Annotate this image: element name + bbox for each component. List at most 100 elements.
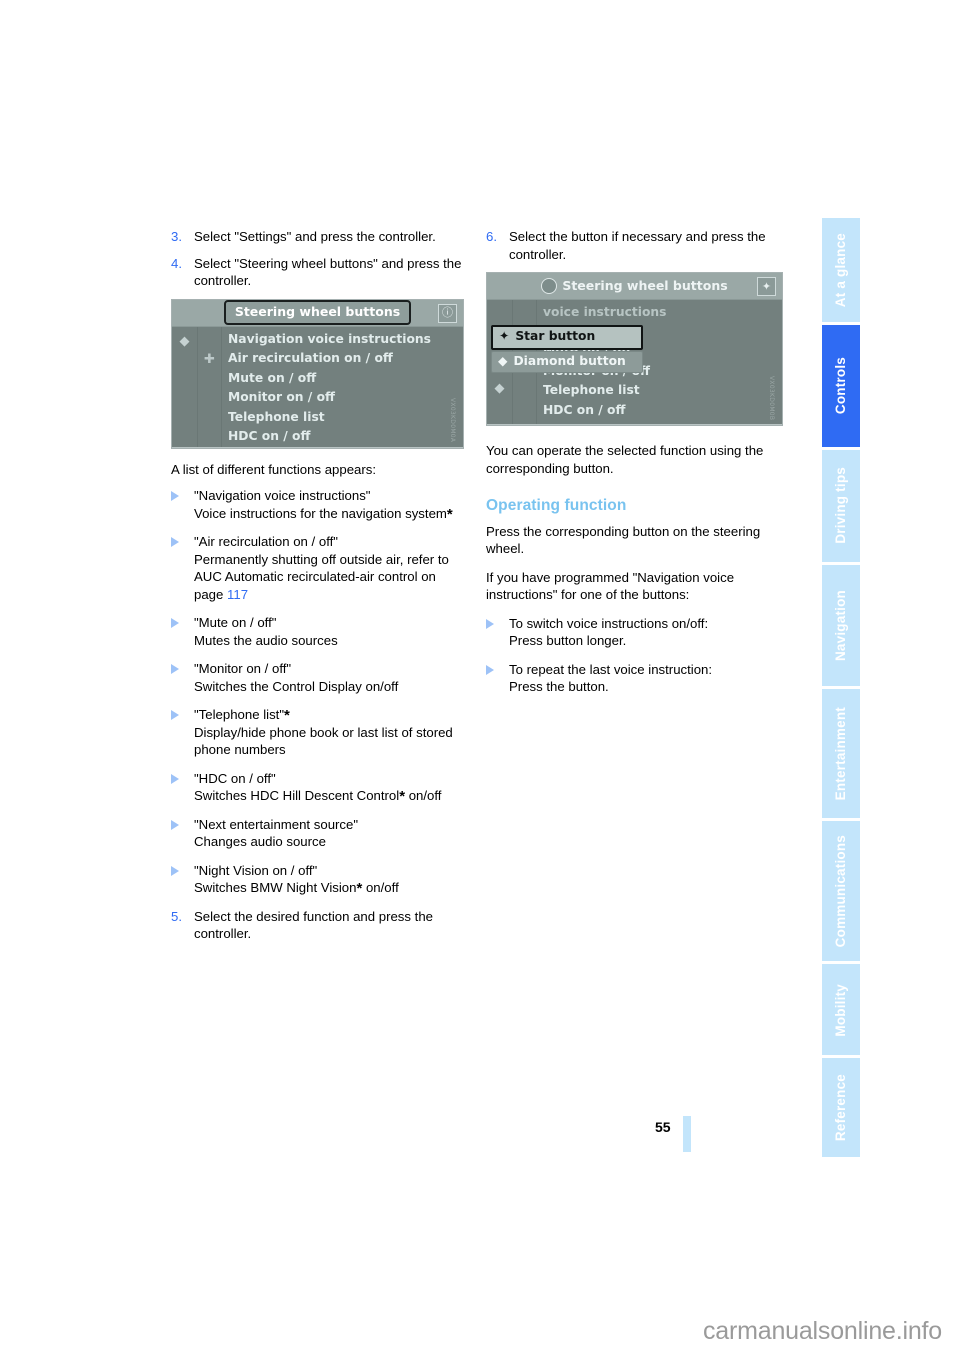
sidebar-tab-driving-tips[interactable]: Driving tips [822, 449, 860, 562]
figure-code: VX03KD0M0A [449, 398, 456, 443]
idrive-menu-item: Air recirculation on / off [228, 351, 393, 366]
function-bullet: "HDC on / off" Switches HDC Hill Descent… [171, 770, 463, 805]
triangle-bullet-icon [171, 862, 194, 897]
idrive-menu-item: Telephone list [543, 383, 640, 398]
idrive-title: Steering wheel buttons [223, 300, 412, 325]
function-title: "Mute on / off" [194, 615, 277, 630]
function-bullet: "Navigation voice instructions" Voice in… [171, 487, 463, 522]
asterisk-marker: * [446, 505, 453, 523]
sidebar-tab-controls[interactable]: Controls [822, 325, 860, 447]
idrive-menu-item: Navigation voice instructions [228, 331, 431, 346]
function-title: "Monitor on / off" [194, 661, 292, 676]
step-3-text: Select "Settings" and press the controll… [194, 229, 436, 244]
function-bullet-text: "HDC on / off" Switches HDC Hill Descent… [194, 770, 463, 805]
triangle-bullet-icon [486, 661, 509, 696]
function-bullet-text: "Next entertainment source" Changes audi… [194, 816, 463, 851]
operate-paragraph: You can operate the selected function us… [486, 443, 764, 476]
sidebar-tab-label: Controls [833, 357, 848, 415]
function-title: "Next entertainment source" [194, 816, 359, 832]
function-title: "HDC on / off" [194, 770, 276, 786]
sidebar-tab-communications[interactable]: Communications [822, 820, 860, 962]
idrive-header: Steering wheel buttons ⓘ [172, 299, 463, 327]
function-bullet-text: "Navigation voice instructions" Voice in… [194, 487, 463, 522]
function-desc: Voice instructions for the navigation sy… [194, 505, 447, 521]
check-globe-icon [541, 278, 558, 294]
manual-page: 3. Select "Settings" and press the contr… [0, 0, 960, 1358]
diamond-icon: ◆ [172, 326, 198, 447]
operation-bullet-text: To switch voice instructions on/off: Pre… [509, 615, 778, 650]
page-marker-bar [683, 1116, 691, 1152]
sidebar-tab-reference[interactable]: Reference [822, 1058, 860, 1157]
asterisk-marker: * [284, 707, 290, 724]
sidebar-tab-label: Entertainment [833, 706, 848, 801]
function-title: "Telephone list" [194, 707, 285, 722]
function-bullet: "Telephone list"* Display/hide phone boo… [171, 706, 463, 759]
operation-desc: Press button longer. [509, 633, 627, 648]
watermark: carmanualsonline.info [702, 1317, 942, 1345]
function-desc: Switches BMW Night Vision [194, 880, 357, 895]
triangle-bullet-icon [171, 770, 194, 805]
idrive-body: ◆ ✚ Navigation voice instructions Air re… [172, 326, 463, 447]
popup-option-star-button[interactable]: ✦ Star button [491, 325, 643, 350]
idrive-screenshot-menu: Steering wheel buttons ⓘ ◆ ✚ Navigation … [171, 298, 464, 449]
operation-bullet: To repeat the last voice instruction: Pr… [486, 661, 778, 696]
popup-option-label: Star button [515, 329, 596, 343]
sidebar-tab-mobility[interactable]: Mobility [822, 964, 860, 1056]
idrive-screenshot-popup: Steering wheel buttons ✦ ◆ voice instruc… [486, 272, 783, 426]
step-4-text: Select "Steering wheel buttons" and pres… [194, 255, 462, 289]
function-bullet-text: "Night Vision on / off" Switches BMW Nig… [194, 862, 463, 897]
step-5-number: 5. [171, 908, 182, 924]
sidebar-tab-label: Navigation [833, 589, 848, 661]
triangle-bullet-icon [171, 614, 194, 649]
sidebar-tab-at-a-glance[interactable]: At a glance [822, 218, 860, 323]
triangle-bullet-icon [171, 533, 194, 603]
diamond-icon: ◆ [498, 353, 508, 368]
sidebar-tab-entertainment[interactable]: Entertainment [822, 689, 860, 818]
step-6-text: Select the button if necessary and press… [509, 229, 766, 262]
function-bullet: "Mute on / off" Mutes the audio sources [171, 614, 463, 649]
sidebar-tab-label: Reference [833, 1074, 848, 1142]
function-bullet: "Air recirculation on / off" Permanently… [171, 533, 463, 603]
idrive-menu-item: Monitor on / off [228, 390, 335, 405]
function-bullet-text: "Air recirculation on / off" Permanently… [194, 533, 463, 603]
idrive-menu-list: Navigation voice instructions Air recirc… [222, 327, 463, 447]
sidebar-tab-navigation[interactable]: Navigation [822, 564, 860, 686]
popup-option-label: Diamond button [513, 353, 626, 368]
operation-bullet: To switch voice instructions on/off: Pre… [486, 615, 778, 650]
idrive-menu-item: Mute on / off [228, 370, 317, 385]
right-column: 6. Select the button if necessary and pr… [486, 228, 783, 707]
triangle-bullet-icon [171, 660, 194, 695]
function-desc: Mutes the audio sources [194, 632, 338, 648]
chapter-sidebar: At a glance Controls Driving tips Navigatio… [822, 218, 860, 1160]
sidebar-tab-label: Driving tips [833, 467, 848, 544]
function-desc: Switches the Control Display on/off [194, 678, 399, 694]
sidebar-tab-label: At a glance [833, 233, 848, 308]
operation-desc: Press the button. [509, 679, 609, 694]
function-desc-suffix: on/off [362, 880, 399, 895]
idrive-header: Steering wheel buttons ✦ [487, 273, 782, 300]
function-desc: Switches HDC Hill Descent Control [194, 788, 400, 803]
function-bullet-text: "Mute on / off" Mutes the audio sources [194, 614, 463, 649]
sidebar-tab-label: Mobility [833, 983, 848, 1037]
sidebar-tab-label: Communications [833, 834, 848, 948]
page-reference-link[interactable]: 117 [227, 587, 248, 602]
step-3: 3. Select "Settings" and press the contr… [171, 228, 463, 246]
figure-code: VX03KD0M0B [768, 375, 775, 420]
step-3-number: 3. [171, 229, 182, 244]
function-title: "Navigation voice instructions" [194, 488, 371, 503]
function-bullet-text: "Monitor on / off" Switches the Control … [194, 660, 463, 695]
button-selection-popup: ✦ Star button ◆ Diamond button [491, 325, 643, 373]
function-title: "Night Vision on / off" [194, 862, 318, 878]
left-column: 3. Select "Settings" and press the contr… [171, 228, 464, 952]
idrive-menu-item: Telephone list [228, 409, 325, 424]
idrive-menu-item: voice instructions [543, 305, 667, 319]
popup-option-diamond-button[interactable]: ◆ Diamond button [491, 350, 643, 373]
triangle-bullet-icon [486, 615, 509, 650]
step-4: 4. Select "Steering wheel buttons" and p… [171, 255, 463, 290]
step-6-number: 6. [486, 229, 497, 244]
idrive-menu-item: HDC on / off [543, 402, 626, 417]
controller-icon: ✦ [757, 277, 776, 296]
idrive-title: Steering wheel buttons [562, 278, 728, 294]
star-icon: ✦ [499, 329, 510, 343]
idrive-body: ◆ voice instructions ation on / off Mute… [487, 300, 782, 424]
